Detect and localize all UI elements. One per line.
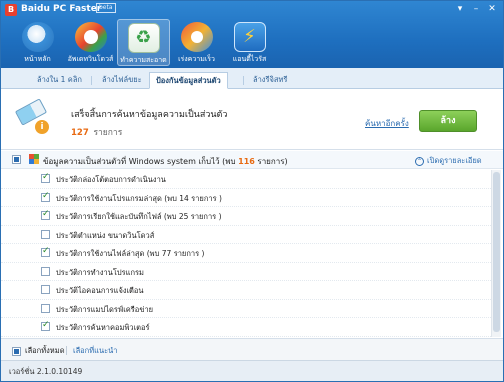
collapse-chevron-icon: ⌃: [415, 156, 424, 166]
rescan-link[interactable]: ค้นหาอีกครั้ง: [365, 117, 409, 130]
nav-windows-update[interactable]: อัพเดทวินโดวส์: [64, 19, 117, 66]
nav-label: เร่งความเร็ว: [178, 55, 215, 63]
nav-label: อัพเดทวินโดวส์: [67, 55, 114, 63]
speed-icon: [180, 22, 213, 52]
item-checkbox[interactable]: [41, 172, 50, 183]
item-label: ประวัติการใช้งานโปรแกรมล่าสุด (พบ 14 ราย…: [56, 193, 222, 203]
item-checkbox[interactable]: [41, 285, 50, 294]
app-window: B Baidu PC Faster beta ▾ – ✕ หน้าหลัก อั…: [0, 0, 504, 382]
expand-details-link[interactable]: ⌃ เปิดดูรายละเอียด: [415, 155, 482, 167]
antivirus-lightning-icon: [233, 22, 266, 52]
select-all-label: เลือกทั้งหมด: [25, 346, 65, 355]
privacy-eraser-icon: i: [13, 96, 49, 136]
item-checkbox[interactable]: [41, 266, 50, 276]
privacy-item[interactable]: ประวัติการใช้งานโปรแกรมล่าสุด (พบ 14 ราย…: [1, 189, 491, 207]
menu-icon[interactable]: ▾: [453, 3, 467, 15]
item-checkbox[interactable]: [41, 191, 50, 202]
tab-divider: [243, 76, 244, 85]
group-title-prefix: ข้อมูลความเป็นส่วนตัวที่ Windows system …: [43, 157, 236, 166]
privacy-item[interactable]: ประวัติการใช้งานไฟล์ล่าสุด (พบ 77 รายการ…: [1, 244, 491, 263]
found-count-unit: รายการ: [93, 128, 123, 138]
window-controls: ▾ – ✕: [453, 3, 499, 15]
privacy-item[interactable]: ประวัติการทำงานโปรแกรม: [1, 263, 491, 281]
privacy-item[interactable]: ประวัติไอคอนการแจ้งเตือน: [1, 281, 491, 300]
privacy-item[interactable]: ประวัติกล่องโต้ตอบการดำเนินงาน: [1, 170, 491, 189]
item-label: ประวัติการเรียกใช้และบันทึกไฟล์ (พบ 25 ร…: [56, 212, 222, 221]
privacy-item[interactable]: ประวัติตำแหน่ง ขนาดวินโดวส์: [1, 226, 491, 244]
select-all-option[interactable]: เลือกทั้งหมด: [12, 345, 65, 357]
item-checkbox[interactable]: [41, 246, 50, 257]
item-label: ประวัติตำแหน่ง ขนาดวินโดวส์: [56, 230, 155, 240]
group-checkbox[interactable]: [12, 155, 21, 164]
item-checkbox[interactable]: [41, 209, 50, 220]
scrollbar-thumb[interactable]: [493, 172, 500, 332]
item-checkbox[interactable]: [41, 320, 50, 331]
privacy-item[interactable]: ประวัติการเรียกใช้และบันทึกไฟล์ (พบ 25 ร…: [1, 207, 491, 226]
nav-home[interactable]: หน้าหลัก: [11, 19, 64, 66]
expand-details-label: เปิดดูรายละเอียด: [427, 156, 482, 165]
home-gauge-icon: [21, 22, 54, 52]
tab-one-click-clean[interactable]: ล้างใน 1 คลิก: [31, 72, 88, 89]
privacy-group-header: ข้อมูลความเป็นส่วนตัวที่ Windows system …: [1, 151, 503, 169]
group-count: 116: [238, 157, 255, 166]
title-bar: B Baidu PC Faster beta ▾ – ✕: [1, 1, 503, 19]
item-label: ประวัติไอคอนการแจ้งเตือน: [56, 286, 144, 295]
scan-summary: i เสร็จสิ้นการค้นหาข้อมูลความเป็นส่วนตัว…: [1, 90, 503, 150]
found-count: 127: [71, 128, 89, 138]
close-icon[interactable]: ✕: [485, 3, 499, 15]
item-checkbox[interactable]: [41, 303, 50, 313]
item-label: ประวัติกล่องโต้ตอบการดำเนินงาน: [56, 175, 166, 184]
item-label: ประวัติการค้นหาคอมพิวเตอร์: [56, 323, 150, 332]
tab-privacy[interactable]: ป้องกันข้อมูลส่วนตัว: [149, 72, 228, 89]
select-all-checkbox[interactable]: [12, 346, 21, 356]
version-text: เวอร์ชั่น 2.1.0.10149: [9, 367, 83, 376]
privacy-item[interactable]: ประวัติการแมปไดรฟ์เครือข่าย: [1, 300, 491, 318]
tab-divider: [91, 76, 92, 85]
select-recommended-link[interactable]: เลือกที่แนะนำ: [73, 345, 117, 357]
bar-divider: [66, 346, 67, 355]
selection-bar: เลือกทั้งหมด เลือกที่แนะนำ: [1, 338, 503, 360]
group-title-suffix: รายการ): [257, 157, 288, 166]
nav-antivirus[interactable]: แอนตี้ไวรัส: [223, 19, 276, 66]
main-nav: หน้าหลัก อัพเดทวินโดวส์ ทำความสะอาด เร่ง…: [11, 19, 276, 66]
summary-count: 127 รายการ: [71, 125, 122, 139]
item-label: ประวัติการทำงานโปรแกรม: [56, 267, 145, 277]
privacy-item-list: ประวัติกล่องโต้ตอบการดำเนินงานประวัติการ…: [1, 170, 491, 337]
minimize-icon[interactable]: –: [469, 3, 483, 15]
nav-label: แอนตี้ไวรัส: [232, 55, 267, 63]
item-label: ประวัติการใช้งานไฟล์ล่าสุด (พบ 77 รายการ…: [56, 249, 205, 258]
recycle-clean-icon: [127, 23, 160, 53]
sub-tabs: ล้างใน 1 คลิก ล้างไฟล์ขยะ ป้องกันข้อมูลส…: [1, 68, 503, 89]
tab-junk-files[interactable]: ล้างไฟล์ขยะ: [96, 72, 148, 89]
item-label: ประวัติการแมปไดรฟ์เครือข่าย: [56, 304, 154, 314]
status-bar: เวอร์ชั่น 2.1.0.10149: [1, 360, 503, 381]
list-scrollbar[interactable]: [491, 170, 501, 337]
nav-label: ทำความสะอาด: [120, 56, 167, 64]
nav-label: หน้าหลัก: [24, 55, 51, 63]
nav-speed[interactable]: เร่งความเร็ว: [170, 19, 223, 66]
tab-registry[interactable]: ล้างรีจิสทรี: [247, 72, 293, 89]
item-checkbox[interactable]: [41, 229, 50, 239]
header: B Baidu PC Faster beta ▾ – ✕ หน้าหลัก อั…: [1, 1, 503, 68]
beta-badge: beta: [96, 3, 116, 13]
app-title: Baidu PC Faster: [21, 4, 102, 14]
windows-update-icon: [74, 22, 107, 52]
nav-clean[interactable]: ทำความสะอาด: [117, 19, 170, 66]
info-icon: i: [35, 120, 49, 134]
group-title: ข้อมูลความเป็นส่วนตัวที่ Windows system …: [43, 155, 288, 168]
clean-button[interactable]: ล้าง: [419, 110, 477, 132]
privacy-item[interactable]: ประวัติการค้นหาคอมพิวเตอร์: [1, 318, 491, 337]
app-logo-icon: B: [5, 4, 17, 16]
summary-title: เสร็จสิ้นการค้นหาข้อมูลความเป็นส่วนตัว: [71, 110, 228, 120]
windows-logo-icon: [29, 154, 39, 164]
